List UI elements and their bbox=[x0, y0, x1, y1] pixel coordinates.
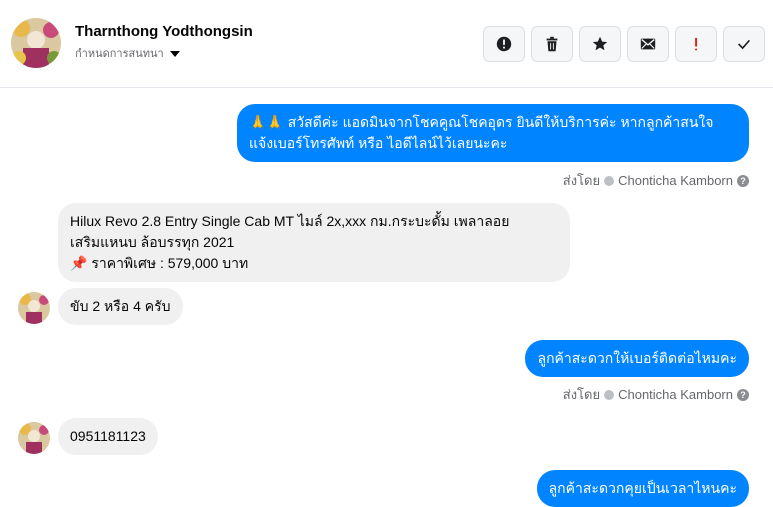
message-text: ลูกค้าสะดวกให้เบอร์ติดต่อไหมคะ bbox=[537, 350, 737, 366]
message-incoming[interactable]: ขับ 2 หรือ 4 ครับ bbox=[58, 288, 183, 325]
verified-icon bbox=[604, 175, 615, 186]
conversation-header: Tharnthong Yodthongsin กำหนดการสนทนา bbox=[0, 0, 773, 88]
message-text: 🙏🙏 สวัสดีค่ะ แอดมินจากโชคคูณโชคอุดร ยินด… bbox=[249, 114, 714, 130]
star-button[interactable] bbox=[579, 26, 621, 62]
message-text: ขับ 2 หรือ 4 ครับ bbox=[70, 298, 171, 314]
help-icon[interactable]: ? bbox=[737, 174, 749, 187]
message-incoming[interactable]: 0951181123 bbox=[58, 418, 158, 455]
message-outgoing[interactable]: 🙏🙏 สวัสดีค่ะ แอดมินจากโชคคูณโชคอุดร ยินด… bbox=[237, 104, 749, 162]
mail-button[interactable] bbox=[627, 26, 669, 62]
message-incoming[interactable]: Hilux Revo 2.8 Entry Single Cab MT ไมล์ … bbox=[58, 203, 570, 282]
verified-icon bbox=[604, 389, 615, 400]
delete-button[interactable] bbox=[531, 26, 573, 62]
message-text: 📌 ราคาพิเศษ : 579,000 บาท bbox=[70, 255, 249, 271]
sent-by-label: ส่งโดย bbox=[562, 173, 601, 188]
label-selector-text: กำหนดการสนทนา bbox=[75, 48, 164, 60]
message-text: แจ้งเบอร์โทรศัพท์ หรือ ไอดีไลน์ไว้เลยนะค… bbox=[249, 135, 508, 151]
mark-done-button[interactable] bbox=[723, 26, 765, 62]
message-outgoing[interactable]: ลูกค้าสะดวกให้เบอร์ติดต่อไหมคะ bbox=[525, 340, 749, 377]
sent-by-label: ส่งโดย bbox=[562, 387, 601, 402]
message-text: ลูกค้าสะดวกคุยเป็นเวลาไหนคะ bbox=[548, 480, 737, 496]
star-icon bbox=[592, 36, 608, 51]
check-icon bbox=[738, 39, 751, 50]
report-icon bbox=[496, 36, 512, 52]
message-thread: 🙏🙏 สวัสดีค่ะ แอดมินจากโชคคูณโชคอุดร ยินด… bbox=[0, 88, 773, 507]
conversation-toolbar bbox=[483, 26, 765, 62]
message-text: 0951181123 bbox=[70, 428, 146, 444]
mail-icon bbox=[640, 38, 656, 50]
message-text: เสริมแหนบ ล้อบรรทุก 2021 bbox=[70, 234, 235, 250]
help-icon[interactable]: ? bbox=[737, 388, 749, 401]
caret-down-icon bbox=[169, 50, 180, 57]
contact-avatar-small[interactable] bbox=[18, 292, 50, 324]
report-button[interactable] bbox=[483, 26, 525, 62]
trash-icon bbox=[546, 36, 558, 52]
sender-name[interactable]: Chonticha Kamborn bbox=[618, 173, 733, 188]
contact-avatar[interactable] bbox=[11, 18, 61, 68]
conversation-label-dropdown[interactable]: กำหนดการสนทนา bbox=[75, 44, 180, 62]
sent-by-info: ส่งโดย Chonticha Kamborn ? bbox=[563, 170, 749, 191]
sent-by-info: ส่งโดย Chonticha Kamborn ? bbox=[563, 384, 749, 405]
important-button[interactable] bbox=[675, 26, 717, 62]
message-outgoing[interactable]: ลูกค้าสะดวกคุยเป็นเวลาไหนคะ bbox=[536, 470, 749, 507]
important-icon bbox=[695, 37, 698, 51]
contact-avatar-small[interactable] bbox=[18, 422, 50, 454]
message-text: Hilux Revo 2.8 Entry Single Cab MT ไมล์ … bbox=[70, 213, 510, 229]
sender-name[interactable]: Chonticha Kamborn bbox=[618, 387, 733, 402]
contact-name[interactable]: Tharnthong Yodthongsin bbox=[75, 23, 253, 40]
